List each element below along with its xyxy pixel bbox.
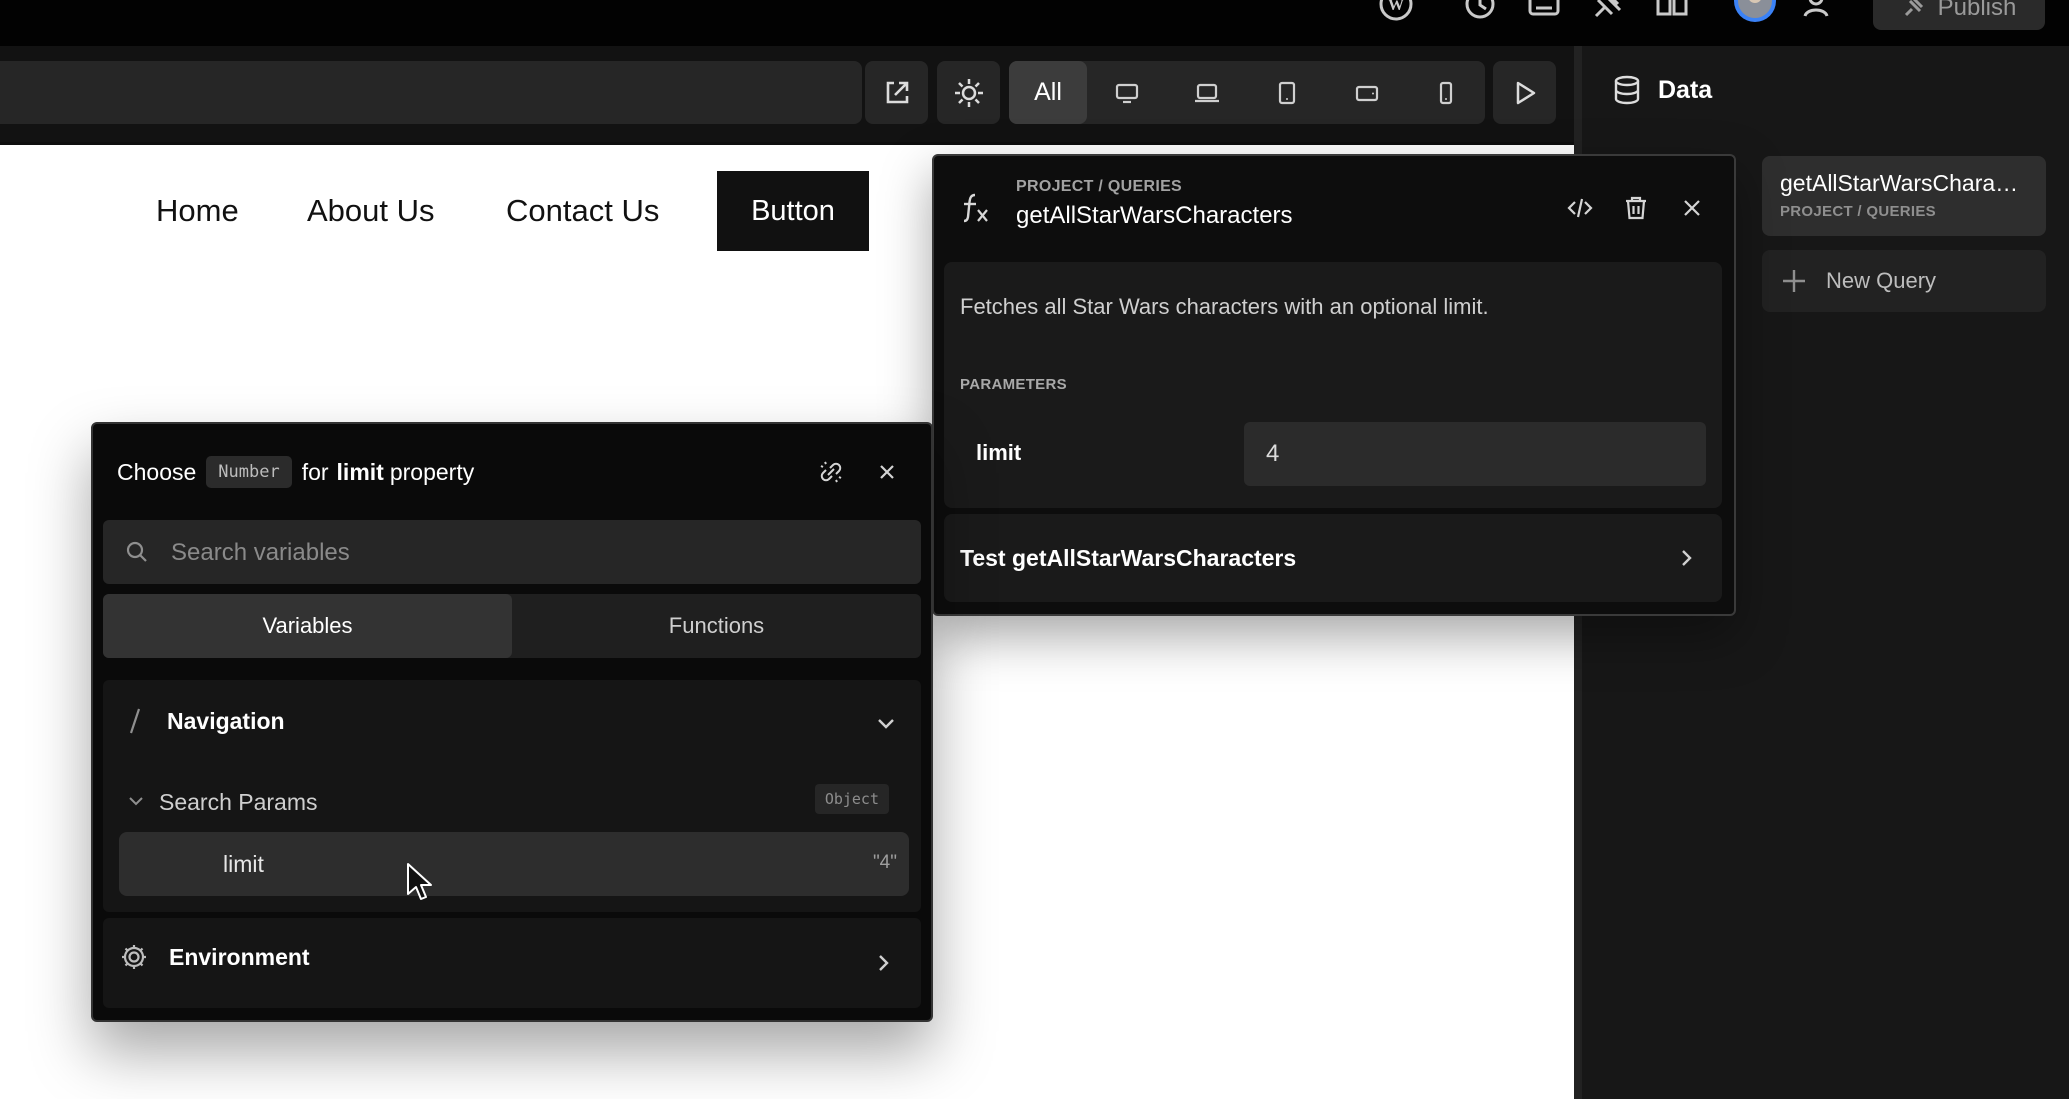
query-popover: PROJECT / QUERIES getAllStarWarsCharacte… [932, 154, 1736, 616]
test-query-label: Test getAllStarWarsCharacters [960, 544, 1297, 571]
query-card[interactable]: getAllStarWarsCharacters PROJECT / QUERI… [1762, 156, 2046, 236]
plus-icon [1780, 267, 1808, 295]
chevron-right-icon [1676, 546, 1696, 570]
code-icon[interactable] [1564, 192, 1596, 224]
keyboard-icon[interactable] [1526, 0, 1562, 22]
variable-item-limit[interactable]: limit "4" [119, 832, 909, 896]
breakpoint-all[interactable]: All [1009, 61, 1087, 124]
new-query-button[interactable]: New Query [1762, 250, 2046, 312]
breakpoint-all-label: All [1034, 78, 1062, 106]
canvas-toolbar: All [0, 46, 1574, 142]
tab-functions[interactable]: Functions [512, 594, 921, 658]
heading-choose: Choose [117, 458, 197, 485]
chevron-right-icon [875, 952, 891, 974]
url-bar[interactable] [0, 61, 862, 124]
mouse-cursor-icon [406, 862, 434, 902]
trash-icon[interactable] [1620, 192, 1652, 224]
panel-title-label: Data [1658, 75, 1713, 104]
variable-chooser-popover: Choose Number for limit property Variabl… [91, 422, 933, 1022]
book-icon[interactable] [1654, 0, 1690, 22]
play-icon [1511, 79, 1539, 107]
variable-item-label: limit [223, 850, 264, 877]
query-name: getAllStarWarsCharacters [1016, 202, 1293, 229]
query-description: Fetches all Star Wars characters with an… [960, 294, 1489, 319]
variable-search [103, 520, 921, 586]
parameters-heading: PARAMETERS [960, 376, 1067, 393]
new-query-label: New Query [1826, 268, 1937, 293]
param-value-input[interactable]: 4 [1244, 422, 1706, 486]
preview-button[interactable] [1493, 61, 1556, 124]
chevron-down-icon[interactable] [875, 716, 897, 732]
environment-header: Environment [119, 942, 310, 972]
laptop-icon[interactable] [1168, 61, 1246, 124]
environment-section[interactable]: Environment [103, 918, 921, 1008]
top-bar: W Publish [0, 0, 2069, 46]
tablet-icon[interactable] [1248, 61, 1326, 124]
param-name: limit [976, 440, 1022, 465]
test-query-row[interactable]: Test getAllStarWarsCharacters [944, 514, 1722, 602]
users-icon[interactable] [1802, 0, 1838, 22]
heading-property: property [389, 458, 475, 485]
avatar[interactable] [1732, 0, 1778, 24]
environment-title: Environment [169, 943, 310, 970]
search-params-row[interactable]: Search Params Object [127, 780, 897, 824]
mobile-icon[interactable] [1407, 61, 1485, 124]
nav-link-about[interactable]: About Us [307, 171, 435, 251]
type-chip: Number [206, 456, 292, 488]
close-icon[interactable] [1676, 192, 1708, 224]
function-icon [956, 188, 996, 228]
publish-button[interactable]: Publish [1873, 0, 2045, 30]
chooser-heading: Choose Number for limit property [117, 450, 474, 494]
svg-text:W: W [1388, 0, 1404, 14]
history-icon[interactable] [1462, 0, 1498, 22]
query-path: PROJECT / QUERIES [1016, 178, 1183, 195]
variable-item-value: "4" [872, 852, 897, 873]
nav-link-contact[interactable]: Contact Us [506, 171, 659, 251]
sun-icon [953, 77, 985, 109]
property-name: limit [336, 458, 384, 485]
database-icon [1612, 74, 1642, 106]
rocket-icon [1902, 0, 1924, 19]
chooser-tabs: Variables Functions [103, 594, 921, 658]
gear-icon [119, 942, 149, 972]
desktop-icon[interactable] [1088, 61, 1166, 124]
navigation-title: Navigation [167, 707, 285, 734]
breakpoint-switcher: All [1009, 61, 1485, 124]
external-link-icon [882, 78, 912, 108]
chevron-down-icon [127, 795, 145, 809]
search-input[interactable] [169, 520, 893, 586]
navigation-section: Navigation Search Params Object limit "4… [103, 680, 921, 912]
heading-for: for [301, 458, 329, 485]
query-card-path: PROJECT / QUERIES [1780, 203, 1936, 220]
search-icon [125, 540, 149, 564]
theme-toggle-button[interactable] [937, 61, 1000, 124]
nav-button[interactable]: Button [717, 171, 869, 251]
wordpress-icon[interactable]: W [1378, 0, 1414, 22]
search-params-label: Search Params [159, 788, 318, 815]
panel-title: Data [1612, 74, 1712, 106]
publish-label: Publish [1937, 0, 2017, 21]
type-badge: Object [814, 784, 889, 814]
nav-link-home[interactable]: Home [156, 171, 239, 251]
query-details: Fetches all Star Wars characters with an… [944, 262, 1722, 508]
pin-icon[interactable] [1590, 0, 1626, 22]
close-icon[interactable] [871, 456, 903, 488]
slash-icon [127, 706, 143, 736]
query-card-name: getAllStarWarsCharacters [1780, 170, 2028, 196]
tablet-landscape-icon[interactable] [1328, 61, 1406, 124]
navigation-header[interactable]: Navigation [127, 706, 285, 736]
unlink-icon[interactable] [815, 456, 847, 488]
open-external-button[interactable] [865, 61, 928, 124]
tab-variables[interactable]: Variables [103, 594, 512, 658]
